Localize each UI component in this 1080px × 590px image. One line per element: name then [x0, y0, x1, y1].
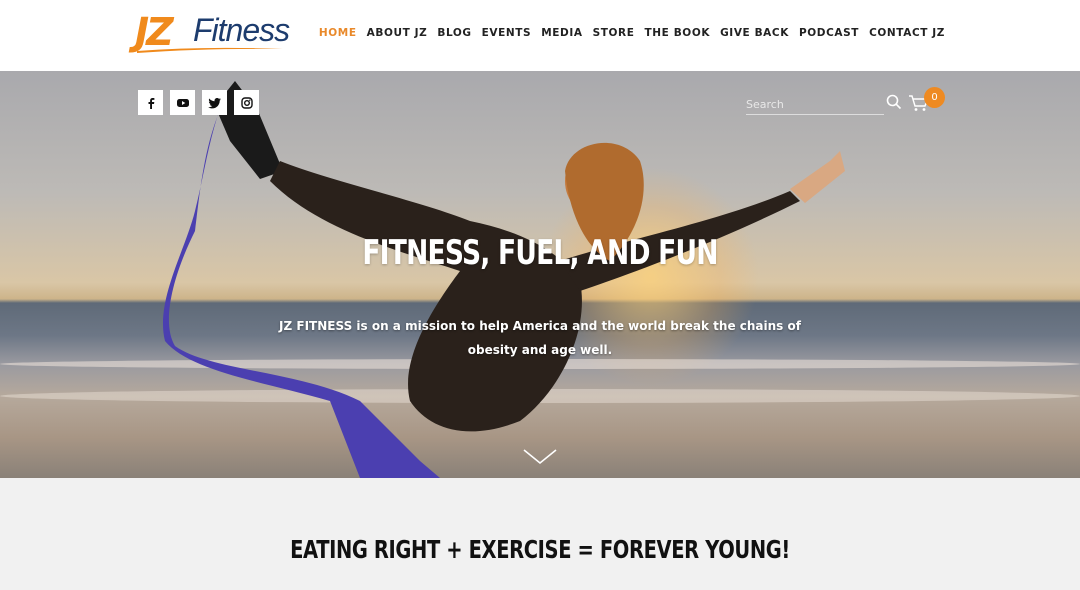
tagline-section: EATING RIGHT + EXERCISE = FOREVER YOUNG!: [0, 478, 1080, 590]
instagram-link[interactable]: [234, 90, 259, 115]
facebook-link[interactable]: [138, 90, 163, 115]
youtube-link[interactable]: [170, 90, 195, 115]
logo-swoosh-icon: [137, 47, 283, 53]
nav-store[interactable]: STORE: [593, 27, 635, 39]
social-links: [138, 90, 259, 115]
hero-title: FITNESS, FUEL, AND FUN: [362, 233, 718, 273]
nav-podcast[interactable]: PODCAST: [799, 27, 859, 39]
twitter-link[interactable]: [202, 90, 227, 115]
instagram-icon: [240, 96, 253, 109]
hero-description: JZ FITNESS is on a mission to help Ameri…: [279, 319, 801, 357]
nav-media[interactable]: MEDIA: [541, 27, 582, 39]
twitter-icon: [207, 97, 221, 108]
youtube-icon: [176, 98, 189, 107]
nav-contact-jz[interactable]: CONTACT JZ: [869, 27, 945, 39]
facebook-icon: [148, 97, 154, 109]
nav-events[interactable]: EVENTS: [482, 27, 532, 39]
cart-count-badge: 0: [924, 87, 945, 108]
site-header: JZ Fitness HOME ABOUT JZ BLOG EVENTS MED…: [0, 0, 1080, 71]
hero-person-image: [162, 81, 845, 478]
nav-the-book[interactable]: THE BOOK: [645, 27, 711, 39]
search-field: [746, 94, 884, 115]
main-nav: HOME ABOUT JZ BLOG EVENTS MEDIA STORE TH…: [319, 27, 945, 39]
nav-about-jz[interactable]: ABOUT JZ: [367, 27, 428, 39]
nav-home[interactable]: HOME: [319, 27, 357, 39]
site-logo[interactable]: JZ Fitness: [135, 10, 295, 54]
nav-give-back[interactable]: GIVE BACK: [720, 27, 789, 39]
search-icon[interactable]: [886, 94, 902, 110]
hero-banner: 0 FITNESS, FUEL, AND FUN JZ FITNESS is o…: [0, 71, 1080, 478]
nav-blog[interactable]: BLOG: [437, 27, 471, 39]
search-input[interactable]: [746, 94, 884, 114]
chevron-down-icon[interactable]: [522, 448, 558, 466]
section-title: EATING RIGHT + EXERCISE = FOREVER YOUNG!: [290, 535, 790, 564]
